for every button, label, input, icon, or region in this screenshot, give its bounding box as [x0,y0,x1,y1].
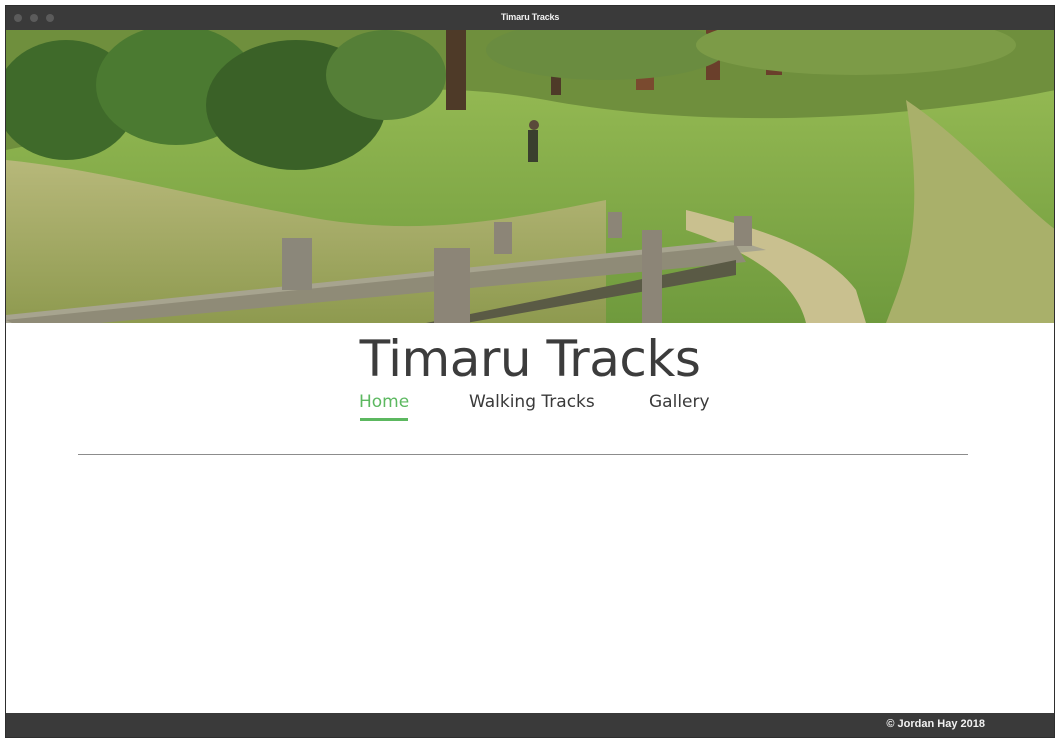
hero-image [6,30,1054,323]
nav-item-home[interactable]: Home [359,392,409,421]
nav-item-gallery[interactable]: Gallery [649,392,710,412]
window-title: Timaru Tracks [500,12,560,22]
nav-item-walking-tracks[interactable]: Walking Tracks [469,392,595,412]
landscape-photo-icon [6,30,1054,323]
content-divider [78,454,968,455]
main-nav: Home Walking Tracks Gallery [6,392,1054,426]
footer: © Jordan Hay 2018 [6,713,1054,737]
copyright-text: © Jordan Hay 2018 [886,718,985,730]
window-titlebar: Timaru Tracks [6,6,1054,30]
site-title: Timaru Tracks [359,330,701,388]
browser-window: Timaru Tracks Timaru Tracks Home Walking… [5,5,1055,738]
